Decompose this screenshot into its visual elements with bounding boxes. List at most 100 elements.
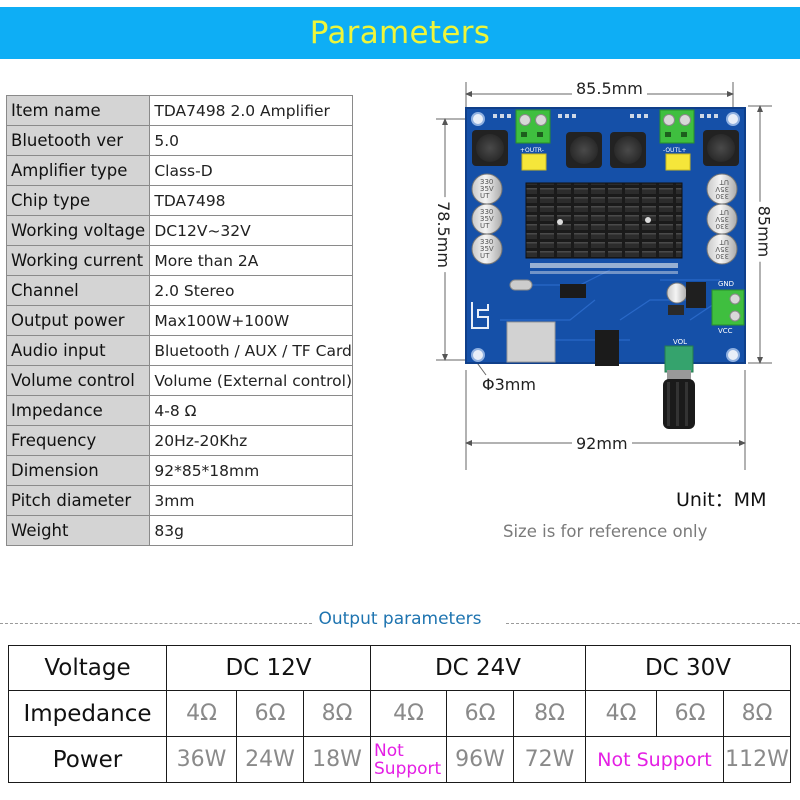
output-table: Voltage DC 12V DC 24V DC 30V Impedance 4… bbox=[8, 645, 791, 783]
spec-row: Impedance 4-8 Ω bbox=[5, 395, 353, 426]
spec-label: Working voltage bbox=[5, 215, 151, 246]
spec-row: Chip type TDA7498 bbox=[5, 185, 353, 216]
impedance-cell: 4Ω bbox=[585, 690, 657, 737]
spec-row: Volume control Volume (External control) bbox=[5, 365, 353, 396]
power-cell: 24W bbox=[236, 736, 304, 783]
impedance-cell: 4Ω bbox=[370, 690, 447, 737]
power-cell: 36W bbox=[166, 736, 237, 783]
spec-label: Volume control bbox=[5, 365, 151, 396]
spec-row: Pitch diameter 3mm bbox=[5, 485, 353, 516]
unit-label: Unit：MM bbox=[676, 489, 767, 511]
spec-value: Class-D bbox=[149, 155, 353, 186]
power-cell: 72W bbox=[513, 736, 586, 783]
spec-value: 3mm bbox=[149, 485, 353, 516]
spec-value: Volume (External control) bbox=[149, 365, 353, 396]
impedance-cell: 4Ω bbox=[166, 690, 237, 737]
volume-knob bbox=[663, 370, 695, 429]
spec-label: Chip type bbox=[5, 185, 151, 216]
board-diagram: +OUTR- -OUTL+ 330 35V UT 330 35V UT 330 … bbox=[420, 70, 800, 470]
spec-row: Item name TDA7498 2.0 Amplifier bbox=[5, 95, 353, 126]
spec-value: Bluetooth / AUX / TF Card bbox=[149, 335, 353, 366]
capacitor-label: UT bbox=[719, 178, 729, 186]
power-row: Power 36W 24W 18W Not Support 96W 72W Not… bbox=[8, 736, 791, 783]
spec-row: Audio input Bluetooth / AUX / TF Card bbox=[5, 335, 353, 366]
capacitor-label: UT bbox=[719, 208, 729, 216]
spec-label: Impedance bbox=[5, 395, 151, 426]
pcb-board: +OUTR- -OUTL+ 33035VUT 33035VUT 33035VUT… bbox=[465, 107, 746, 373]
spec-table: Item name TDA7498 2.0 Amplifier Bluetooth … bbox=[5, 95, 353, 546]
label-gnd: GND bbox=[718, 280, 734, 288]
row-label-power: Power bbox=[8, 736, 167, 783]
spec-value: DC12V~32V bbox=[149, 215, 353, 246]
capacitor-label: UT bbox=[480, 222, 490, 230]
spec-row: Output power Max100W+100W bbox=[5, 305, 353, 336]
reference-note: Size is for reference only bbox=[503, 522, 708, 541]
capacitor-label: UT bbox=[480, 252, 490, 260]
spec-value: Max100W+100W bbox=[149, 305, 353, 336]
voltage-30v: DC 30V bbox=[585, 645, 791, 691]
spec-row: Amplifier type Class-D bbox=[5, 155, 353, 186]
page-title: Parameters bbox=[309, 15, 491, 51]
spec-value: 20Hz-20Khz bbox=[149, 425, 353, 456]
terminal-power bbox=[711, 289, 745, 326]
dimension-height-left: 78.5mm bbox=[433, 197, 453, 272]
label-vol: VOL bbox=[673, 338, 687, 346]
capacitor-label: UT bbox=[480, 192, 490, 200]
spec-value: 4-8 Ω bbox=[149, 395, 353, 426]
power-not-supported: Not Support bbox=[370, 736, 447, 783]
impedance-cell: 6Ω bbox=[446, 690, 514, 737]
spec-label: Bluetooth ver bbox=[5, 125, 151, 156]
spec-label: Working current bbox=[5, 245, 151, 276]
spec-value: More than 2A bbox=[149, 245, 353, 276]
heatsink bbox=[525, 182, 683, 259]
label-vcc: VCC bbox=[718, 327, 733, 335]
spec-value: TDA7498 bbox=[149, 185, 353, 216]
dimension-height-right: 85mm bbox=[754, 201, 774, 262]
label-out-l: -OUTL+ bbox=[663, 147, 686, 154]
spec-value: 92*85*18mm bbox=[149, 455, 353, 486]
spec-label: Channel bbox=[5, 275, 151, 306]
output-parameters-title: Output parameters bbox=[318, 609, 482, 629]
voltage-12v: DC 12V bbox=[166, 645, 371, 691]
spec-label: Output power bbox=[5, 305, 151, 336]
spec-row: Weight 83g bbox=[5, 515, 353, 546]
power-not-supported-merged: Not Support bbox=[585, 736, 724, 783]
spec-row: Bluetooth ver 5.0 bbox=[5, 125, 353, 156]
impedance-cell: 8Ω bbox=[513, 690, 586, 737]
impedance-cell: 6Ω bbox=[656, 690, 724, 737]
voltage-row: Voltage DC 12V DC 24V DC 30V bbox=[8, 645, 791, 691]
row-label-impedance: Impedance bbox=[8, 690, 167, 737]
header-banner: Parameters bbox=[0, 7, 800, 59]
terminal-out-l bbox=[659, 109, 695, 144]
spec-value: 83g bbox=[149, 515, 353, 546]
spec-row: Working voltage DC12V~32V bbox=[5, 215, 353, 246]
power-cell: 112W bbox=[723, 736, 791, 783]
spec-value: TDA7498 2.0 Amplifier bbox=[149, 95, 353, 126]
dimension-hole-diameter: Φ3mm bbox=[482, 375, 536, 394]
dimension-width-top: 85.5mm bbox=[572, 79, 647, 98]
impedance-cell: 8Ω bbox=[723, 690, 791, 737]
impedance-cell: 6Ω bbox=[236, 690, 304, 737]
spec-label: Weight bbox=[5, 515, 151, 546]
spec-label: Item name bbox=[5, 95, 151, 126]
spec-row: Frequency 20Hz-20Khz bbox=[5, 425, 353, 456]
spec-label: Amplifier type bbox=[5, 155, 151, 186]
spec-label: Audio input bbox=[5, 335, 151, 366]
label-out-r: +OUTR- bbox=[520, 147, 544, 154]
spec-row: Channel 2.0 Stereo bbox=[5, 275, 353, 306]
power-cell: 18W bbox=[303, 736, 371, 783]
voltage-24v: DC 24V bbox=[370, 645, 586, 691]
board-illustration: +OUTR- -OUTL+ 33035VUT 33035VUT 33035VUT… bbox=[436, 82, 772, 470]
spec-label: Dimension bbox=[5, 455, 151, 486]
spec-row: Dimension 92*85*18mm bbox=[5, 455, 353, 486]
dimension-width-bottom: 92mm bbox=[572, 434, 632, 453]
row-label-voltage: Voltage bbox=[8, 645, 167, 691]
spec-value: 5.0 bbox=[149, 125, 353, 156]
spec-label: Pitch diameter bbox=[5, 485, 151, 516]
spec-value: 2.0 Stereo bbox=[149, 275, 353, 306]
spec-label: Frequency bbox=[5, 425, 151, 456]
spec-row: Working current More than 2A bbox=[5, 245, 353, 276]
impedance-cell: 8Ω bbox=[303, 690, 371, 737]
power-cell: 96W bbox=[446, 736, 514, 783]
impedance-row: Impedance 4Ω 6Ω 8Ω 4Ω 6Ω 8Ω 4Ω 6Ω 8Ω bbox=[8, 690, 791, 737]
